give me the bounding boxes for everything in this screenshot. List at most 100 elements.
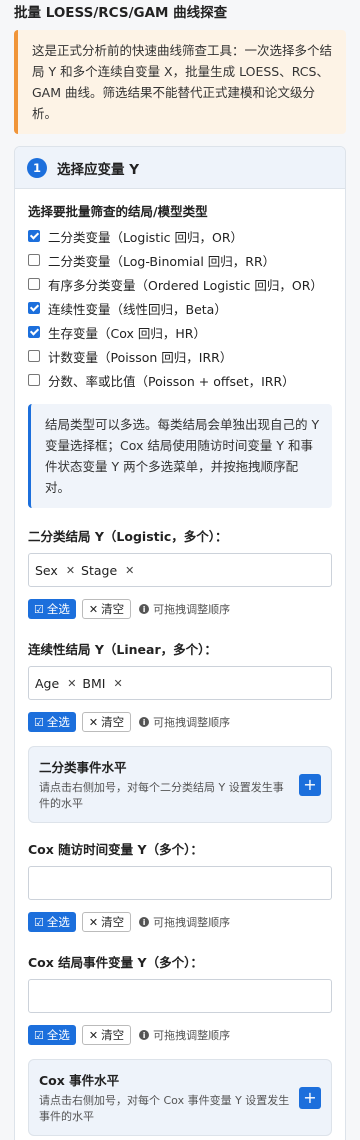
outcome-type-poisson-offset[interactable]: 分数、率或比值（Poisson + offset，IRR） bbox=[28, 368, 332, 392]
outcome-type-label: 二分类变量（Log-Binomial 回归，RR） bbox=[48, 253, 276, 269]
clear-button[interactable]: ✕ 清空 bbox=[81, 599, 132, 619]
drag-hint: i 可拖拽调整顺序 bbox=[139, 601, 230, 617]
binary-event-level-panel: 二分类事件水平 请点击右侧加号，对每个二分类结局 Y 设置发生事件的水平 + bbox=[28, 746, 332, 823]
checkbox[interactable] bbox=[28, 350, 40, 362]
linear-outcome-select[interactable]: Age ✕ BMI ✕ bbox=[28, 666, 332, 700]
select-all-button[interactable]: ☑ 全选 bbox=[28, 912, 76, 932]
outcome-type-poisson[interactable]: 计数变量（Poisson 回归，IRR） bbox=[28, 344, 332, 368]
clear-label: 清空 bbox=[101, 602, 125, 616]
event-panel-text: Cox 事件水平 请点击右侧加号，对每个 Cox 事件变量 Y 设置发生事件的水… bbox=[39, 1070, 291, 1125]
outcome-type-log-binomial[interactable]: 二分类变量（Log-Binomial 回归，RR） bbox=[28, 248, 332, 272]
tag-label: Sex bbox=[35, 562, 58, 578]
outcome-type-ordered-logistic[interactable]: 有序多分类变量（Ordered Logistic 回归，OR） bbox=[28, 272, 332, 296]
tag-label: BMI bbox=[82, 675, 106, 691]
binary-outcome-actions: ☑ 全选 ✕ 清空 i 可拖拽调整顺序 bbox=[28, 599, 332, 619]
step-card-outcome: 1 选择应变量 Y 选择要批量筛查的结局/模型类型 二分类变量（Logistic… bbox=[14, 146, 346, 1140]
checkbox-icon: ☑ bbox=[34, 602, 44, 616]
drag-hint: i 可拖拽调整顺序 bbox=[139, 1027, 230, 1043]
outcome-type-logistic[interactable]: 二分类变量（Logistic 回归，OR） bbox=[28, 224, 332, 248]
page: 批量 LOESS/RCS/GAM 曲线探查 这是正式分析前的快速曲线筛查工具：一… bbox=[0, 0, 360, 1140]
checkbox[interactable] bbox=[28, 302, 40, 314]
step-card-body: 选择要批量筛查的结局/模型类型 二分类变量（Logistic 回归，OR） 二分… bbox=[15, 189, 345, 1136]
clear-label: 清空 bbox=[101, 915, 125, 929]
add-cox-event-level-button[interactable]: + bbox=[299, 1086, 321, 1109]
tag-label: Stage bbox=[81, 562, 118, 578]
selected-tag: Stage ✕ bbox=[81, 563, 134, 578]
close-icon: ✕ bbox=[88, 715, 99, 729]
select-all-button[interactable]: ☑ 全选 bbox=[28, 712, 76, 732]
clear-button[interactable]: ✕ 清空 bbox=[81, 712, 132, 732]
outcome-type-label: 连续性变量（线性回归，Beta） bbox=[48, 301, 227, 317]
selected-tag: Age ✕ bbox=[35, 676, 76, 691]
event-panel-desc: 请点击右侧加号，对每个 Cox 事件变量 Y 设置发生事件的水平 bbox=[39, 1094, 290, 1123]
cox-time-select[interactable] bbox=[28, 866, 332, 900]
outcome-type-cox[interactable]: 生存变量（Cox 回归，HR） bbox=[28, 320, 332, 344]
close-icon[interactable]: ✕ bbox=[67, 677, 76, 690]
cox-event-select[interactable] bbox=[28, 979, 332, 1013]
event-panel-desc: 请点击右侧加号，对每个二分类结局 Y 设置发生事件的水平 bbox=[39, 781, 284, 810]
outcome-info-note: 结局类型可以多选。每类结局会单独出现自己的 Y 变量选择框；Cox 结局使用随访… bbox=[28, 404, 332, 508]
info-icon: i bbox=[139, 717, 150, 727]
close-icon[interactable]: ✕ bbox=[66, 564, 75, 577]
binary-outcome-select[interactable]: Sex ✕ Stage ✕ bbox=[28, 553, 332, 587]
close-icon[interactable]: ✕ bbox=[125, 564, 134, 577]
outcome-type-label: 二分类变量（Logistic 回归，OR） bbox=[48, 229, 244, 245]
close-icon[interactable]: ✕ bbox=[113, 677, 122, 690]
linear-outcome-label: 连续性结局 Y（Linear，多个）： bbox=[28, 642, 217, 657]
select-all-button[interactable]: ☑ 全选 bbox=[28, 1025, 76, 1045]
page-title: 批量 LOESS/RCS/GAM 曲线探查 bbox=[14, 5, 228, 21]
drag-hint-text: 可拖拽调整顺序 bbox=[153, 916, 231, 929]
event-panel-text: 二分类事件水平 请点击右侧加号，对每个二分类结局 Y 设置发生事件的水平 bbox=[39, 757, 291, 812]
drag-hint-text: 可拖拽调整顺序 bbox=[153, 603, 231, 616]
select-all-label: 全选 bbox=[46, 1028, 70, 1042]
outcome-type-label: 计数变量（Poisson 回归，IRR） bbox=[48, 349, 233, 365]
drag-hint: i 可拖拽调整顺序 bbox=[139, 914, 230, 930]
add-binary-event-level-button[interactable]: + bbox=[299, 773, 321, 796]
drag-hint: i 可拖拽调整顺序 bbox=[139, 714, 230, 730]
cox-time-actions: ☑ 全选 ✕ 清空 i 可拖拽调整顺序 bbox=[28, 912, 332, 932]
checkbox[interactable] bbox=[28, 230, 40, 242]
drag-hint-text: 可拖拽调整顺序 bbox=[153, 716, 231, 729]
select-all-label: 全选 bbox=[46, 915, 70, 929]
warning-notice: 这是正式分析前的快速曲线筛查工具：一次选择多个结局 Y 和多个连续自变量 X，批… bbox=[14, 30, 346, 134]
checkbox-icon: ☑ bbox=[34, 1028, 44, 1042]
close-icon: ✕ bbox=[88, 1028, 99, 1042]
outcome-types-label: 选择要批量筛查的结局/模型类型 bbox=[28, 204, 208, 219]
clear-label: 清空 bbox=[101, 1028, 125, 1042]
cox-time-label: Cox 随访时间变量 Y（多个）： bbox=[28, 842, 203, 857]
clear-button[interactable]: ✕ 清空 bbox=[81, 1025, 132, 1045]
cox-event-label: Cox 结局事件变量 Y（多个）： bbox=[28, 955, 203, 970]
select-all-label: 全选 bbox=[46, 602, 70, 616]
close-icon: ✕ bbox=[88, 602, 99, 616]
checkbox-icon: ☑ bbox=[34, 915, 44, 929]
checkbox[interactable] bbox=[28, 254, 40, 266]
close-icon: ✕ bbox=[88, 915, 99, 929]
selected-tag: Sex ✕ bbox=[35, 563, 75, 578]
info-icon: i bbox=[139, 917, 150, 927]
outcome-type-label: 有序多分类变量（Ordered Logistic 回归，OR） bbox=[48, 277, 323, 293]
binary-outcome-label: 二分类结局 Y（Logistic，多个）： bbox=[28, 529, 228, 544]
drag-hint-text: 可拖拽调整顺序 bbox=[153, 1029, 231, 1042]
step-title: 选择应变量 Y bbox=[57, 161, 139, 178]
checkbox[interactable] bbox=[28, 278, 40, 290]
outcome-type-label: 分数、率或比值（Poisson + offset，IRR） bbox=[48, 373, 295, 389]
outcome-type-label: 生存变量（Cox 回归，HR） bbox=[48, 325, 206, 341]
checkbox[interactable] bbox=[28, 374, 40, 386]
step-card-header: 1 选择应变量 Y bbox=[15, 147, 345, 189]
clear-button[interactable]: ✕ 清空 bbox=[81, 912, 132, 932]
event-panel-title: 二分类事件水平 bbox=[39, 760, 127, 775]
info-icon: i bbox=[139, 1030, 150, 1040]
linear-outcome-actions: ☑ 全选 ✕ 清空 i 可拖拽调整顺序 bbox=[28, 712, 332, 732]
select-all-button[interactable]: ☑ 全选 bbox=[28, 599, 76, 619]
checkbox-icon: ☑ bbox=[34, 715, 44, 729]
outcome-type-list: 二分类变量（Logistic 回归，OR） 二分类变量（Log-Binomial… bbox=[28, 224, 332, 392]
selected-tag: BMI ✕ bbox=[82, 676, 122, 691]
cox-event-level-panel: Cox 事件水平 请点击右侧加号，对每个 Cox 事件变量 Y 设置发生事件的水… bbox=[28, 1059, 332, 1136]
step-number-badge: 1 bbox=[27, 157, 47, 178]
outcome-type-linear[interactable]: 连续性变量（线性回归，Beta） bbox=[28, 296, 332, 320]
clear-label: 清空 bbox=[101, 715, 125, 729]
cox-event-actions: ☑ 全选 ✕ 清空 i 可拖拽调整顺序 bbox=[28, 1025, 332, 1045]
info-icon: i bbox=[139, 604, 150, 614]
event-panel-title: Cox 事件水平 bbox=[39, 1073, 120, 1088]
checkbox[interactable] bbox=[28, 326, 40, 338]
